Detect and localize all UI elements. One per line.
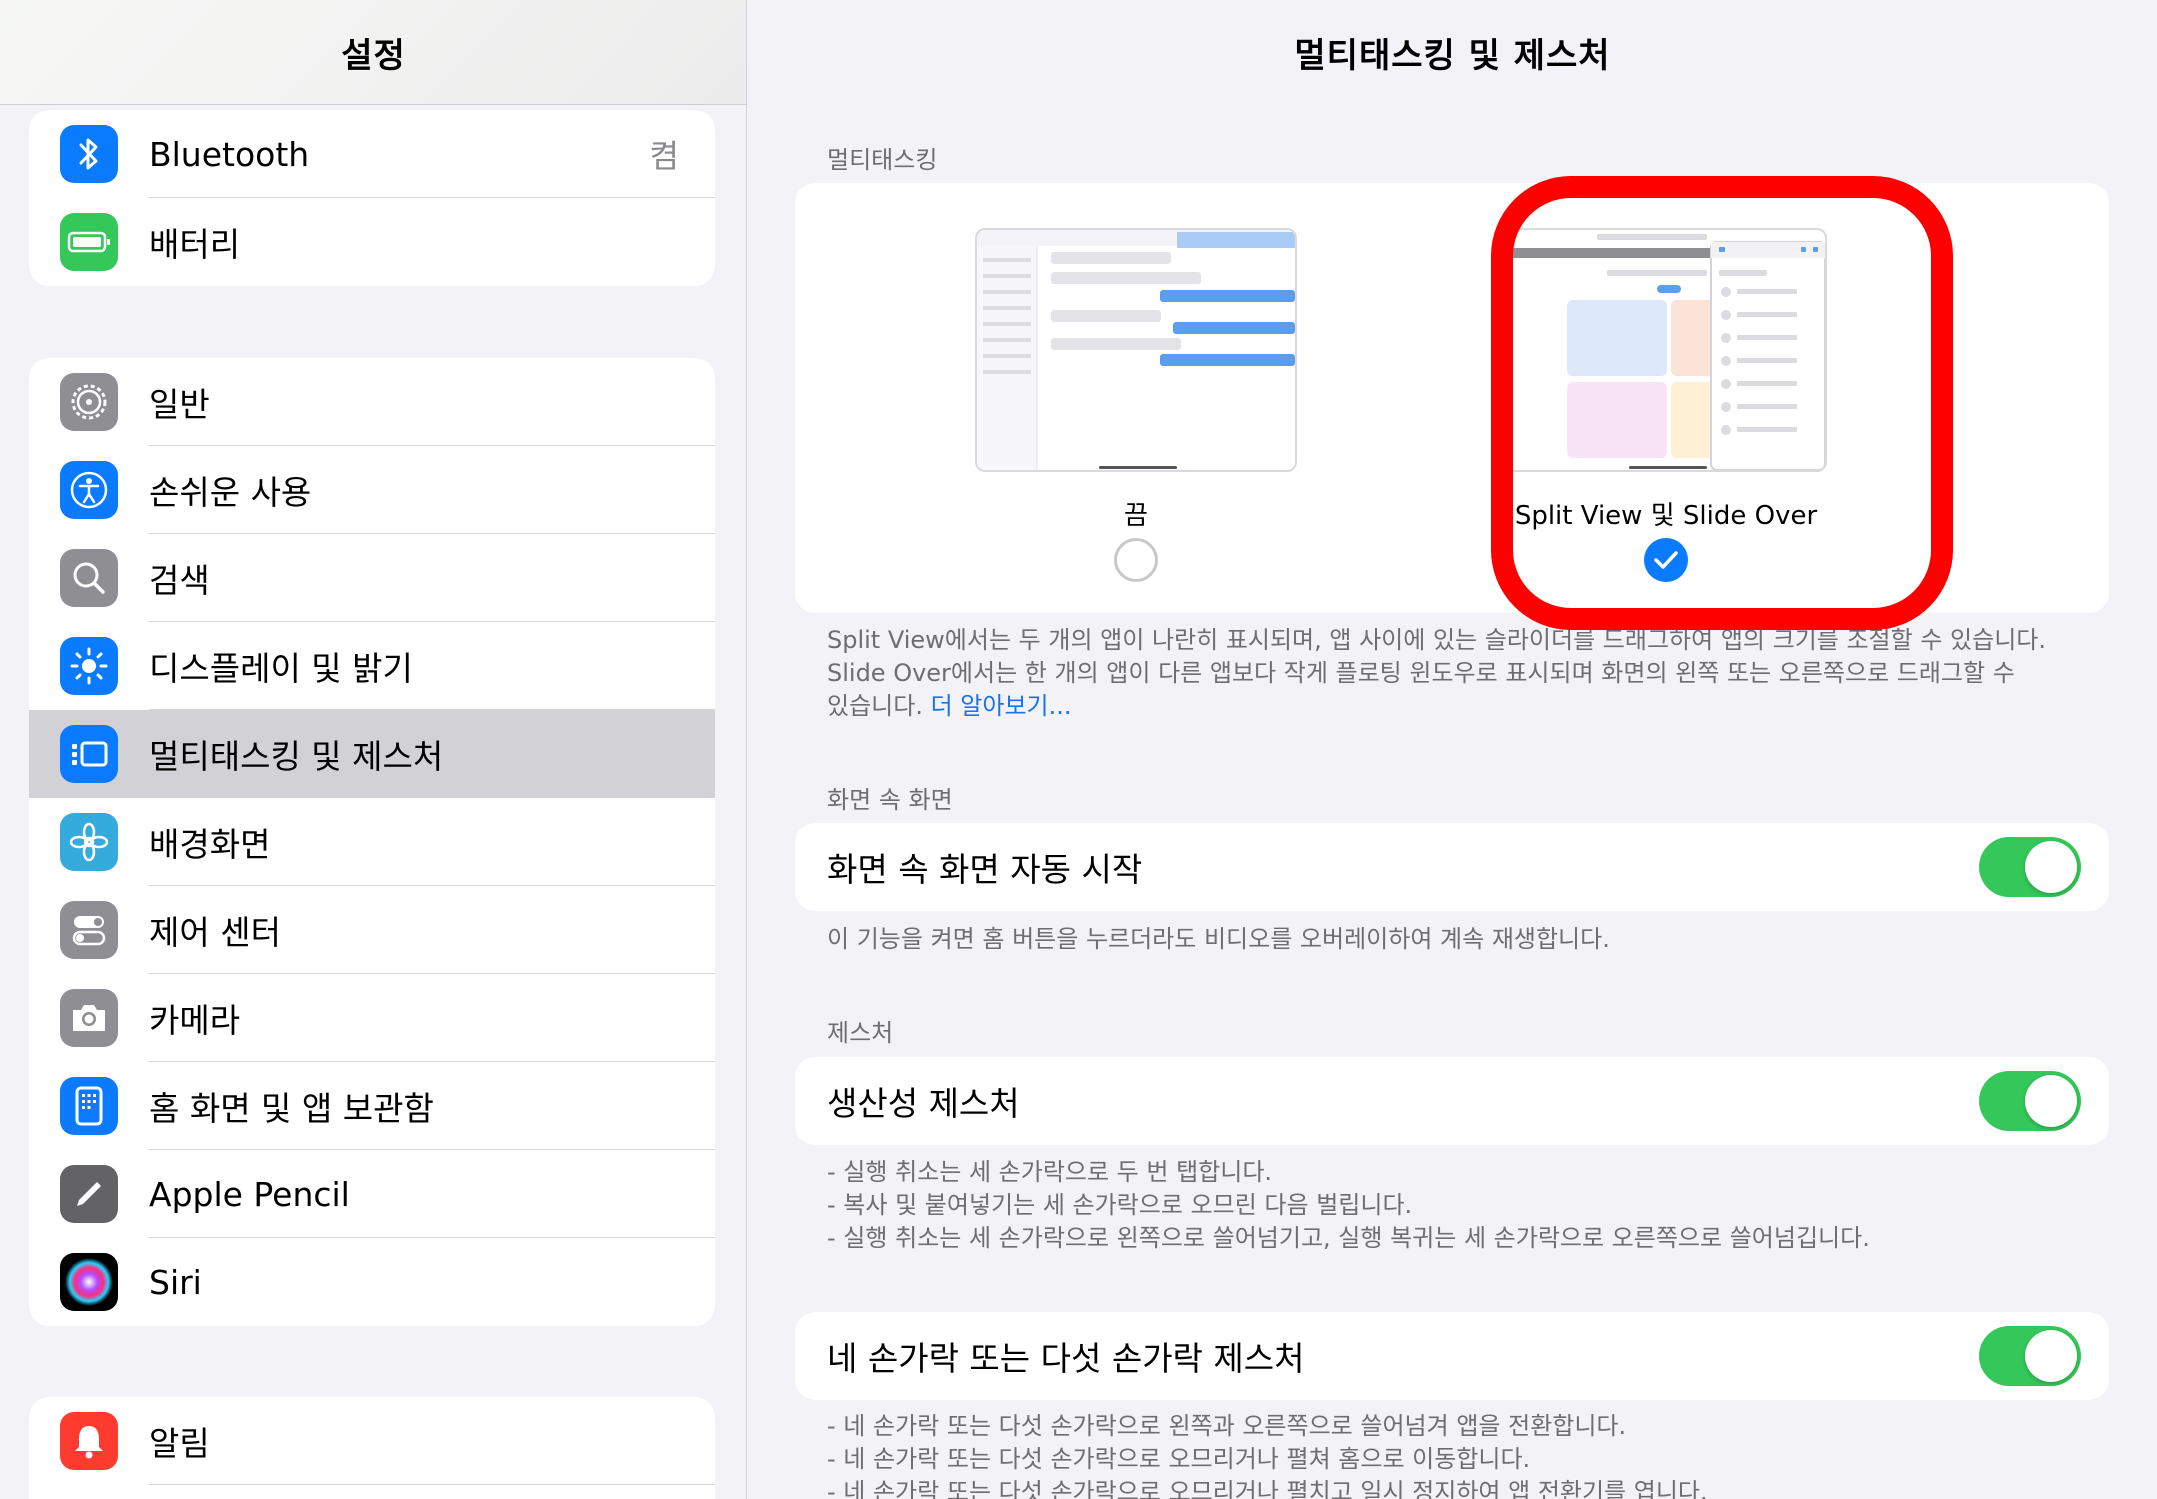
sidebar-item-label: Siri — [149, 1262, 202, 1302]
sidebar-item-label: 디스플레이 및 밝기 — [149, 649, 413, 688]
sidebar-item-multitasking[interactable]: 멀티태스킹 및 제스처 — [29, 710, 715, 798]
productivity-gestures-toggle[interactable] — [1979, 1071, 2081, 1131]
sidebar: 설정 Bluetooth 켬 배터리 일반 손쉬운 사용 검색 디스플레이 및 … — [0, 0, 747, 1499]
sidebar-item-label: 알림 — [149, 1424, 210, 1463]
option-off-label: 끔 — [1124, 501, 1148, 531]
sidebar-item-label: 카메라 — [149, 1001, 241, 1040]
settings-group-general: 일반 손쉬운 사용 검색 디스플레이 및 밝기 멀티태스킹 및 제스처 배경화면… — [29, 358, 715, 1326]
sun-icon — [60, 637, 118, 695]
multitasking-icon — [60, 725, 118, 783]
sidebar-item-search[interactable]: 검색 — [29, 534, 715, 622]
battery-icon — [60, 213, 118, 271]
sidebar-item-apple-pencil[interactable]: Apple Pencil — [29, 1150, 715, 1238]
section-header-gestures: 제스처 — [827, 1019, 894, 1047]
sidebar-item-wallpaper[interactable]: 배경화면 — [29, 798, 715, 886]
multitasking-footer-line: Split View에서는 두 개의 앱이 나란히 표시되며, 앱 사이에 있는… — [827, 626, 2047, 654]
sidebar-item-display[interactable]: 디스플레이 및 밝기 — [29, 622, 715, 710]
sidebar-title: 설정 — [341, 35, 406, 76]
toggle-knob — [2025, 841, 2077, 893]
four-finger-footer-line: - 네 손가락 또는 다섯 손가락으로 오므리거나 펼치고 일시 정지하여 앱 … — [827, 1478, 1708, 1499]
toggle-knob — [2025, 1075, 2077, 1127]
page-title: 멀티태스킹 및 제스처 — [1294, 36, 1611, 76]
home-screen-icon — [60, 1077, 118, 1135]
learn-more-link[interactable]: 더 알아보기... — [931, 692, 1072, 720]
pip-row: 화면 속 화면 자동 시작 — [795, 823, 2109, 911]
sidebar-header: 설정 — [0, 0, 746, 105]
productivity-gestures-row: 생산성 제스처 — [795, 1057, 2109, 1145]
sidebar-item-home-screen[interactable]: 홈 화면 및 앱 보관함 — [29, 1062, 715, 1150]
bell-icon — [60, 1412, 118, 1470]
camera-icon — [60, 989, 118, 1047]
sidebar-item-label: 제어 센터 — [149, 913, 281, 952]
sidebar-item-label: Apple Pencil — [149, 1174, 350, 1214]
productivity-gestures-label: 생산성 제스처 — [827, 1084, 1020, 1123]
section-header-pip: 화면 속 화면 — [827, 786, 953, 814]
option-off-radio[interactable] — [1114, 538, 1158, 582]
gestures-footer-line: - 실행 취소는 세 손가락으로 왼쪽으로 쓸어넘기고, 실행 복귀는 세 손가… — [827, 1224, 1870, 1252]
siri-icon — [60, 1253, 118, 1311]
four-finger-footer-line: - 네 손가락 또는 다섯 손가락으로 오므리거나 펼쳐 홈으로 이동합니다. — [827, 1445, 1531, 1473]
sidebar-item-battery[interactable]: 배터리 — [29, 198, 715, 286]
sidebar-item-siri[interactable]: Siri — [29, 1238, 715, 1326]
option-off[interactable]: 끔 — [975, 228, 1300, 582]
sidebar-item-control-center[interactable]: 제어 센터 — [29, 886, 715, 974]
pip-label: 화면 속 화면 자동 시작 — [827, 850, 1143, 889]
gestures-footer-line: - 실행 취소는 세 손가락으로 두 번 탭합니다. — [827, 1158, 1273, 1186]
four-finger-footer-line: - 네 손가락 또는 다섯 손가락으로 왼쪽과 오른쪽으로 쓸어넘겨 앱을 전환… — [827, 1412, 1627, 1440]
sidebar-item-bluetooth[interactable]: Bluetooth 켬 — [29, 110, 715, 198]
divider — [149, 1484, 715, 1485]
bluetooth-status: 켬 — [649, 137, 679, 175]
search-icon — [60, 549, 118, 607]
sidebar-item-label: 배경화면 — [149, 825, 271, 864]
gestures-footer: - 실행 취소는 세 손가락으로 두 번 탭합니다. - 복사 및 붙여넣기는 … — [827, 1156, 2087, 1255]
flower-icon — [60, 813, 118, 871]
sidebar-item-label: 배터리 — [149, 225, 241, 264]
accessibility-icon — [60, 461, 118, 519]
toggle-knob — [2025, 1330, 2077, 1382]
gear-icon — [60, 373, 118, 431]
gestures-footer-line: - 복사 및 붙여넣기는 세 손가락으로 오므린 다음 벌립니다. — [827, 1191, 1413, 1219]
sidebar-item-label: 일반 — [149, 385, 210, 424]
settings-group-notifications: 알림 — [29, 1397, 715, 1499]
pip-toggle[interactable] — [1979, 837, 2081, 897]
pip-footer: 이 기능을 켜면 홈 버튼을 누르더라도 비디오를 오버레이하여 계속 재생합니… — [827, 925, 1610, 953]
sidebar-item-general[interactable]: 일반 — [29, 358, 715, 446]
sidebar-item-notifications[interactable]: 알림 — [29, 1397, 715, 1485]
four-finger-gestures-toggle[interactable] — [1979, 1326, 2081, 1386]
sidebar-item-label: Bluetooth — [149, 134, 310, 174]
sidebar-item-accessibility[interactable]: 손쉬운 사용 — [29, 446, 715, 534]
bluetooth-icon — [60, 125, 118, 183]
single-app-preview — [975, 228, 1297, 472]
sidebar-item-label: 손쉬운 사용 — [149, 473, 312, 512]
switches-icon — [60, 901, 118, 959]
sidebar-item-label: 검색 — [149, 561, 210, 600]
multitasking-footer-line: Slide Over에서는 한 개의 앱이 다른 앱보다 작게 플로팅 윈도우로… — [827, 659, 2015, 687]
multitasking-footer-line: 있습니다. — [827, 692, 923, 720]
highlight-annotation — [1491, 176, 1953, 630]
four-finger-gestures-row: 네 손가락 또는 다섯 손가락 제스처 — [795, 1312, 2109, 1400]
multitasking-footer: Split View에서는 두 개의 앱이 나란히 표시되며, 앱 사이에 있는… — [827, 624, 2087, 723]
pencil-icon — [60, 1165, 118, 1223]
section-header-multitasking: 멀티태스킹 — [827, 146, 938, 174]
four-finger-footer: - 네 손가락 또는 다섯 손가락으로 왼쪽과 오른쪽으로 쓸어넘겨 앱을 전환… — [827, 1410, 2087, 1499]
settings-group-connectivity: Bluetooth 켬 배터리 — [29, 110, 715, 286]
sidebar-item-camera[interactable]: 카메라 — [29, 974, 715, 1062]
four-finger-gestures-label: 네 손가락 또는 다섯 손가락 제스처 — [827, 1339, 1305, 1378]
sidebar-item-label: 멀티태스킹 및 제스처 — [149, 737, 444, 776]
sidebar-item-label: 홈 화면 및 앱 보관함 — [149, 1089, 434, 1128]
